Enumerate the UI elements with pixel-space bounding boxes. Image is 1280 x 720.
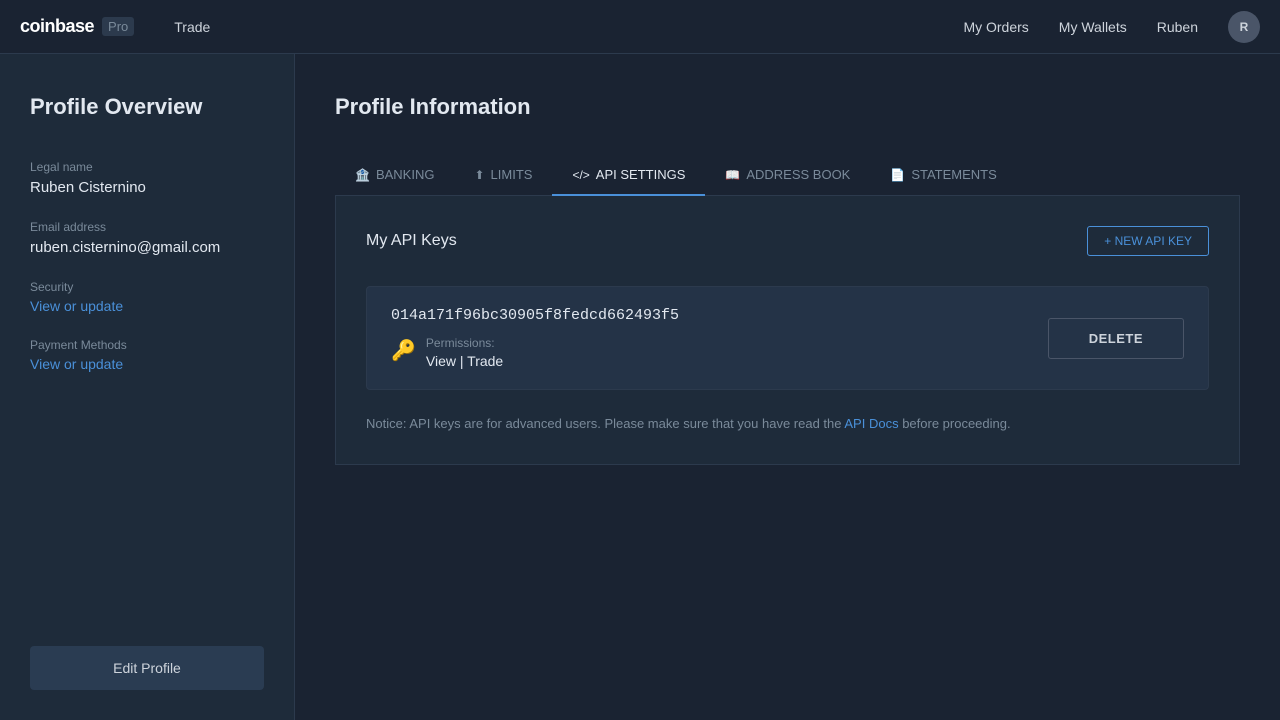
legal-name-label: Legal name xyxy=(30,160,264,174)
legal-name-section: Legal name Ruben Cisternino xyxy=(30,160,264,220)
edit-profile-button[interactable]: Edit Profile xyxy=(30,646,264,690)
permissions-value: View | Trade xyxy=(426,353,503,369)
payment-link[interactable]: View or update xyxy=(30,356,264,372)
main-layout: Profile Overview Legal name Ruben Cister… xyxy=(0,54,1280,720)
banking-icon: 🏦 xyxy=(355,168,370,182)
brand-logo: coinbase xyxy=(20,16,94,37)
tab-banking-label: BANKING xyxy=(376,167,435,182)
navbar-right: My Orders My Wallets Ruben R xyxy=(963,11,1260,43)
nav-links: Trade xyxy=(174,19,963,35)
api-notice: Notice: API keys are for advanced users.… xyxy=(366,414,1209,434)
address-book-icon: 📖 xyxy=(725,168,740,182)
api-key-hash: 014a171f96bc30905f8fedcd662493f5 xyxy=(391,307,679,324)
api-docs-link[interactable]: API Docs xyxy=(844,416,898,431)
tab-statements-label: STATEMENTS xyxy=(911,167,996,182)
payment-label: Payment Methods xyxy=(30,338,264,352)
sidebar: Profile Overview Legal name Ruben Cister… xyxy=(0,54,295,720)
content-area: Profile Information 🏦 BANKING ⬆ LIMITS <… xyxy=(295,54,1280,720)
panel-header: My API Keys + NEW API KEY xyxy=(366,226,1209,256)
api-key-info: 014a171f96bc30905f8fedcd662493f5 🔑 Permi… xyxy=(391,307,679,369)
panel-title: My API Keys xyxy=(366,232,457,250)
tab-api-settings-label: API SETTINGS xyxy=(596,167,686,182)
api-key-permissions-row: 🔑 Permissions: View | Trade xyxy=(391,336,679,369)
email-value: ruben.cisternino@gmail.com xyxy=(30,239,264,256)
notice-suffix: before proceeding. xyxy=(899,416,1011,431)
tabs: 🏦 BANKING ⬆ LIMITS </> API SETTINGS 📖 AD… xyxy=(335,155,1240,196)
statements-icon: 📄 xyxy=(890,168,905,182)
key-icon: 🔑 xyxy=(391,338,416,363)
email-section: Email address ruben.cisternino@gmail.com xyxy=(30,220,264,280)
permissions-text: Permissions: View | Trade xyxy=(426,336,503,369)
tab-api-settings[interactable]: </> API SETTINGS xyxy=(552,155,705,196)
email-label: Email address xyxy=(30,220,264,234)
brand-pro-label: Pro xyxy=(102,17,134,36)
tab-address-book-label: ADDRESS BOOK xyxy=(746,167,850,182)
tab-statements[interactable]: 📄 STATEMENTS xyxy=(870,155,1016,196)
tab-banking[interactable]: 🏦 BANKING xyxy=(335,155,454,196)
nav-trade[interactable]: Trade xyxy=(174,19,210,35)
permissions-label: Permissions: xyxy=(426,336,503,350)
notice-text: Notice: API keys are for advanced users.… xyxy=(366,416,844,431)
security-section: Security View or update xyxy=(30,280,264,338)
page-title: Profile Information xyxy=(335,94,1240,120)
delete-api-key-button[interactable]: DELETE xyxy=(1048,318,1184,359)
payment-section: Payment Methods View or update xyxy=(30,338,264,396)
api-key-card: 014a171f96bc30905f8fedcd662493f5 🔑 Permi… xyxy=(366,286,1209,390)
navbar: coinbase Pro Trade My Orders My Wallets … xyxy=(0,0,1280,54)
limits-icon: ⬆ xyxy=(474,168,484,182)
sidebar-title: Profile Overview xyxy=(30,94,264,120)
user-name: Ruben xyxy=(1157,19,1198,35)
tab-limits-label: LIMITS xyxy=(491,167,533,182)
nav-my-orders[interactable]: My Orders xyxy=(963,19,1028,35)
avatar[interactable]: R xyxy=(1228,11,1260,43)
security-label: Security xyxy=(30,280,264,294)
new-api-key-button[interactable]: + NEW API KEY xyxy=(1087,226,1209,256)
api-settings-panel: My API Keys + NEW API KEY 014a171f96bc30… xyxy=(335,196,1240,465)
security-link[interactable]: View or update xyxy=(30,298,264,314)
brand[interactable]: coinbase Pro xyxy=(20,16,134,37)
nav-my-wallets[interactable]: My Wallets xyxy=(1059,19,1127,35)
tab-limits[interactable]: ⬆ LIMITS xyxy=(454,155,552,196)
tab-address-book[interactable]: 📖 ADDRESS BOOK xyxy=(705,155,870,196)
api-icon: </> xyxy=(572,168,589,182)
legal-name-value: Ruben Cisternino xyxy=(30,179,264,196)
